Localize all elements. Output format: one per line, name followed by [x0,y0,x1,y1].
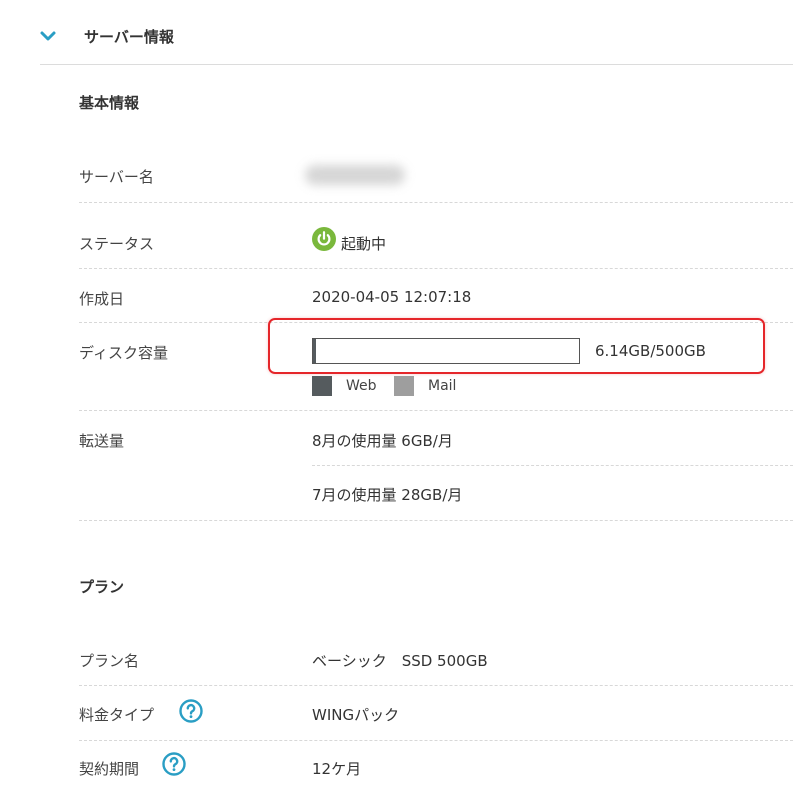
row-divider [79,685,793,686]
fee-type-label: 料金タイプ [79,706,155,724]
basic-info-title: 基本情報 [79,94,140,112]
header-divider [40,64,793,65]
transfer-aug-value: 8月の使用量 6GB/月 [312,432,453,450]
created-label: 作成日 [79,290,125,308]
legend-swatch-mail [394,376,414,396]
chevron-down-icon[interactable] [38,26,58,46]
row-divider [79,520,793,521]
row-divider [79,410,793,411]
row-divider [312,465,793,466]
server-name-label: サーバー名 [79,168,154,186]
disk-label: ディスク容量 [79,344,168,362]
fee-type-value: WINGパック [312,706,400,724]
highlight-annotation [268,318,765,374]
plan-name-label: プラン名 [79,652,140,670]
power-icon [312,227,336,251]
contract-value: 12ケ月 [312,760,362,778]
plan-title: プラン [79,578,125,596]
transfer-label: 転送量 [79,432,125,450]
question-circle-icon[interactable] [162,752,186,776]
legend-label-mail: Mail [428,378,457,394]
legend-label-web: Web [346,378,377,394]
question-circle-icon[interactable] [179,699,203,723]
created-value: 2020-04-05 12:07:18 [312,288,472,306]
contract-label: 契約期間 [79,760,140,778]
transfer-jul-value: 7月の使用量 28GB/月 [312,486,463,504]
server-name-value-blurred [305,165,405,185]
legend-swatch-web [312,376,332,396]
row-divider [79,268,793,269]
plan-name-value: ベーシック SSD 500GB [312,652,488,670]
status-label: ステータス [79,235,155,253]
row-divider [79,740,793,741]
row-divider [79,202,793,203]
section-title[interactable]: サーバー情報 [84,26,174,47]
status-value: 起動中 [341,235,387,253]
